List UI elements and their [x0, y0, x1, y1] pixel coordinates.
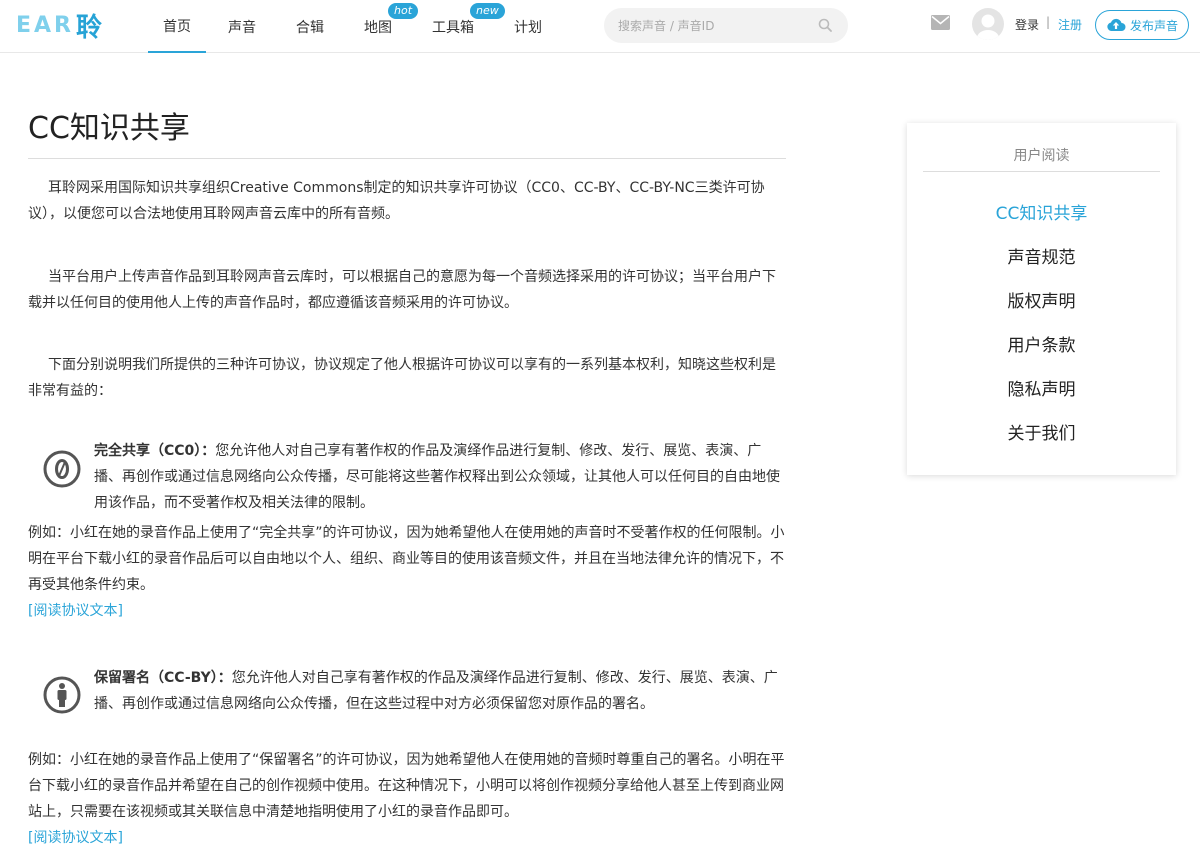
license-name: 完全共享（CC0）： — [94, 443, 216, 459]
license-name: 保留署名（CC-BY）： — [94, 670, 232, 686]
nav-item-label: 计划 — [514, 19, 542, 36]
auth-separator: | — [1046, 15, 1051, 29]
search-icon[interactable] — [818, 18, 832, 32]
nav-item-sounds[interactable]: 声音 — [214, 0, 270, 53]
nav-item-label: 工具箱 — [432, 19, 474, 36]
user-avatar-icon — [977, 14, 999, 40]
register-link[interactable]: 注册 — [1058, 16, 1082, 33]
intro-paragraph: 耳聆网采用国际知识共享组织Creative Commons制定的知识共享许可协议… — [28, 180, 765, 222]
search-box — [604, 8, 848, 43]
nav-item-home[interactable]: 首页 — [148, 0, 206, 53]
nav-item-collections[interactable]: 合辑 — [282, 0, 338, 53]
license-example: 例如：小红在她的录音作品上使用了“完全共享”的许可协议，因为她希望他人在使用她的… — [28, 525, 785, 593]
main-nav: 首页 声音 合辑 地图 hot 工具箱 new 计划 — [148, 0, 556, 53]
sidebar-item-about[interactable]: 关于我们 — [907, 420, 1176, 464]
nav-item-plan[interactable]: 计划 — [500, 0, 556, 53]
avatar[interactable] — [972, 8, 1004, 40]
hot-badge: hot — [388, 3, 419, 19]
sidebar-heading: 用户阅读 — [1013, 148, 1070, 164]
site-logo[interactable]: EAR 聆 — [16, 6, 102, 44]
cc-by-icon — [43, 676, 81, 714]
search-input[interactable] — [618, 16, 808, 36]
logo-latin-text: EAR — [16, 12, 74, 38]
sidebar-divider — [923, 171, 1160, 172]
license-description: 完全共享（CC0）：您允许他人对自己享有著作权的作品及演绎作品进行复制、修改、发… — [94, 438, 786, 516]
publish-sound-button[interactable]: 发布声音 — [1095, 10, 1189, 40]
license-description: 保留署名（CC-BY）：您允许他人对自己享有著作权的作品及演绎作品进行复制、修改… — [94, 665, 786, 717]
mail-icon[interactable] — [931, 15, 950, 30]
user-reading-sidebar: 用户阅读 CC知识共享 声音规范 版权声明 用户条款 隐私声明 关于我们 — [907, 123, 1176, 475]
nav-item-label: 合辑 — [296, 19, 324, 36]
sidebar-item-copyright[interactable]: 版权声明 — [907, 288, 1176, 332]
license-example: 例如：小红在她的录音作品上使用了“保留署名”的许可协议，因为她希望他人在使用她的… — [28, 752, 785, 820]
nav-item-label: 地图 — [364, 19, 392, 36]
cloud-upload-icon — [1107, 18, 1126, 31]
sidebar-menu: CC知识共享 声音规范 版权声明 用户条款 隐私声明 关于我们 — [907, 200, 1176, 464]
title-divider — [28, 158, 786, 159]
nav-item-map[interactable]: 地图 hot — [350, 0, 419, 53]
read-license-link[interactable]: [阅读协议文本] — [28, 825, 123, 851]
top-header: EAR 聆 首页 声音 合辑 地图 hot 工具箱 new 计划 搜索声音 / … — [0, 0, 1200, 53]
publish-label: 发布声音 — [1129, 18, 1178, 33]
logo-cn-text: 聆 — [76, 12, 103, 43]
login-link[interactable]: 登录 — [1015, 16, 1039, 33]
upload-paragraph: 当平台用户上传声音作品到耳聆网声音云库时，可以根据自己的意愿为每一个音频选择采用… — [28, 269, 776, 311]
sidebar-item-privacy[interactable]: 隐私声明 — [907, 376, 1176, 420]
sidebar-item-sound-guidelines[interactable]: 声音规范 — [907, 244, 1176, 288]
cc-zero-icon — [43, 450, 81, 488]
sidebar-item-cc[interactable]: CC知识共享 — [907, 200, 1176, 244]
read-license-link[interactable]: [阅读协议文本] — [28, 598, 123, 624]
sidebar-item-terms[interactable]: 用户条款 — [907, 332, 1176, 376]
license-intro-paragraph: 下面分别说明我们所提供的三种许可协议，协议规定了他人根据许可协议可以享有的一系列… — [28, 357, 776, 399]
nav-item-toolbox[interactable]: 工具箱 new — [418, 0, 505, 53]
nav-item-label: 首页 — [163, 18, 191, 35]
nav-item-label: 声音 — [228, 19, 256, 36]
page-title: CC知识共享 — [28, 111, 190, 146]
